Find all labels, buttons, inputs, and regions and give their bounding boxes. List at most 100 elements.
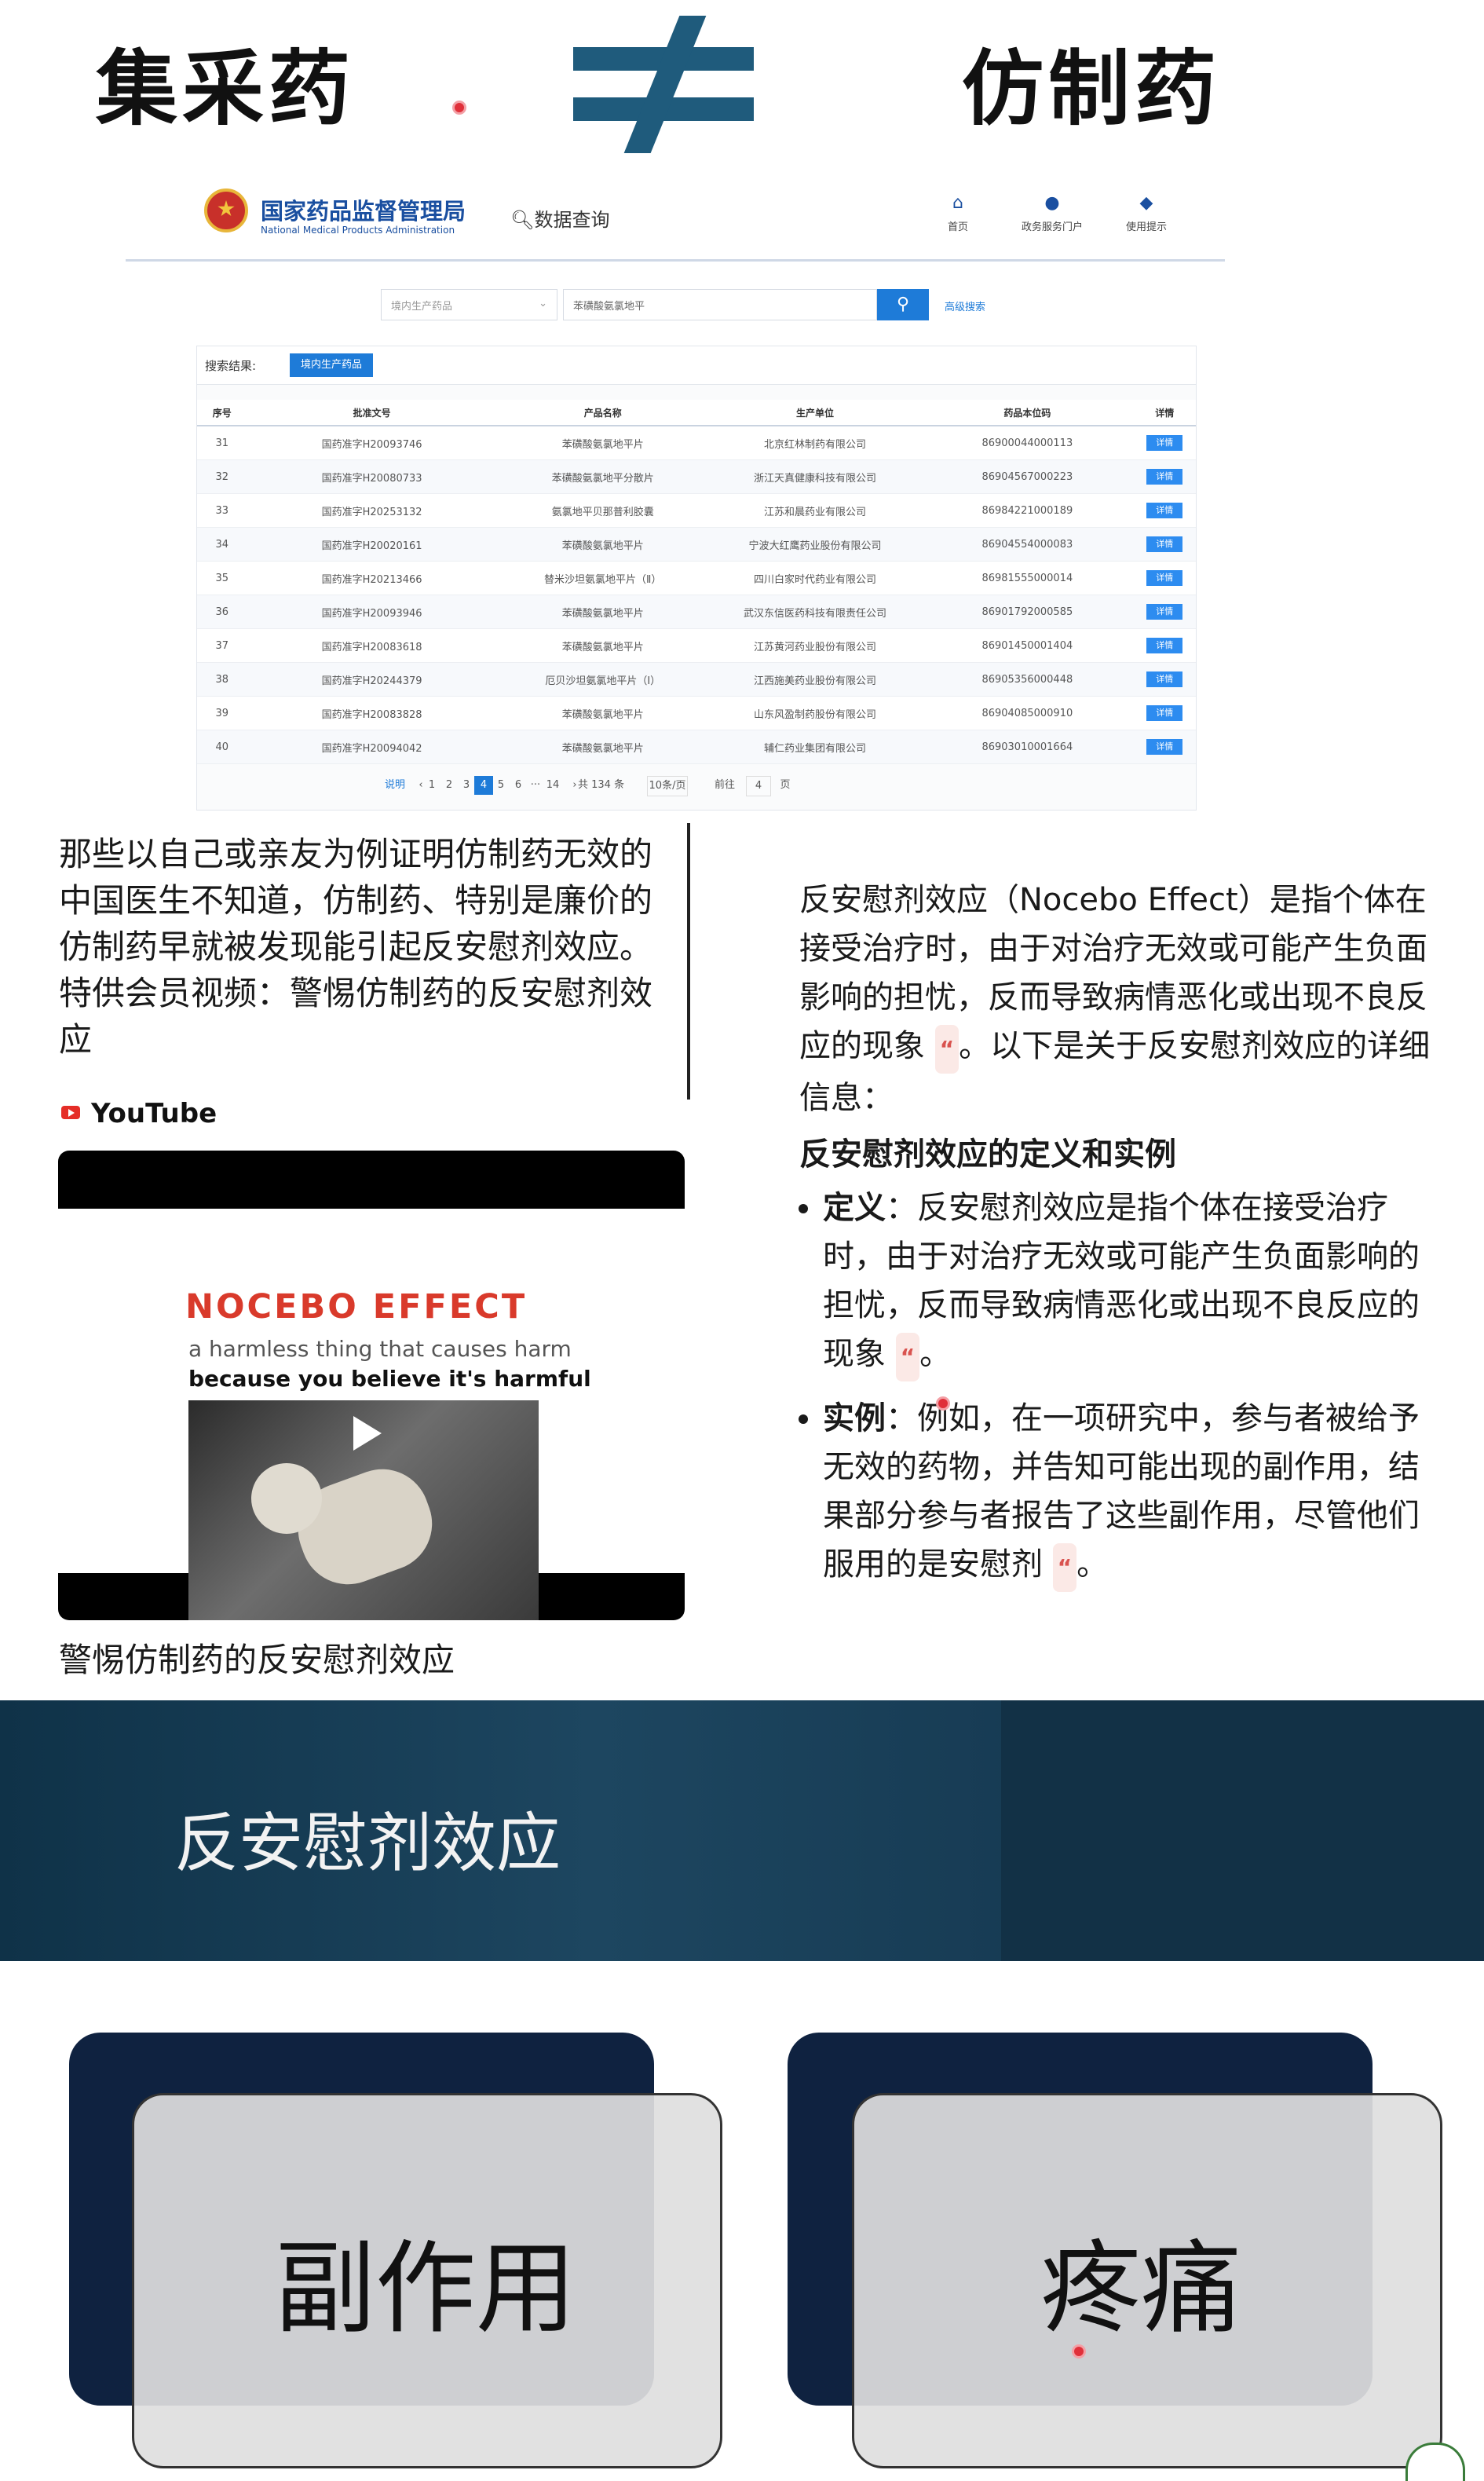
left-title: 集采药 <box>96 41 356 137</box>
youtube-icon <box>61 1106 80 1119</box>
table-cell: 苯磺酸氨氯地平片 <box>496 527 709 562</box>
table-cell: 苯磺酸氨氯地平片 <box>496 595 709 629</box>
table-cell: 38 <box>197 662 247 697</box>
table-cell: 详情 <box>1133 561 1196 595</box>
column-header: 详情 <box>1133 400 1196 426</box>
detail-button[interactable]: 详情 <box>1146 638 1183 653</box>
data-query-link[interactable]: 🔍︎数据查询 <box>510 204 609 232</box>
table-row: 37 国药准字H20083618 苯磺酸氨氯地平片 江苏黄河药业股份有限公司 86901… <box>197 628 1196 663</box>
pager-note[interactable]: 说明 <box>385 776 405 795</box>
ai-answer: 反安慰剂效应（Nocebo Effect）是指个体在接受治疗时，由于对治疗无效或… <box>799 876 1443 1605</box>
video-thumbnail: NOCEBO EFFECT a harmless thing that caus… <box>58 1209 685 1620</box>
table-cell: 详情 <box>1133 527 1196 562</box>
table-cell: 86904554000083 <box>921 527 1134 562</box>
detail-button[interactable]: 详情 <box>1146 604 1183 620</box>
page-ellipsis: ··· <box>530 779 541 791</box>
video-subtitle-2: because you believe it's harmful <box>188 1366 591 1392</box>
nav-gov-portal[interactable]: ● 政务服务门户 <box>1005 195 1099 234</box>
citation-icon[interactable]: “ <box>895 1333 920 1381</box>
column-header: 产品名称 <box>496 400 709 426</box>
table-cell: 37 <box>197 628 247 663</box>
table-cell: 国药准字H20213466 <box>247 561 497 595</box>
table-cell: 35 <box>197 561 247 595</box>
table-cell: 86901792000585 <box>921 595 1134 629</box>
page-5[interactable]: 5 <box>492 776 510 795</box>
table-cell: 86904567000223 <box>921 459 1134 494</box>
page-2[interactable]: 2 <box>440 776 459 795</box>
page-3[interactable]: 3 <box>457 776 476 795</box>
table-cell: 39 <box>197 696 247 730</box>
table-cell: 国药准字H20083618 <box>247 628 497 663</box>
nav-usage-tips[interactable]: ◆ 使用提示 <box>1099 195 1193 234</box>
detail-button[interactable]: 详情 <box>1146 435 1183 451</box>
card-2-label: 疼痛 <box>1040 2230 1242 2347</box>
video-player[interactable]: NOCEBO EFFECT a harmless thing that caus… <box>58 1151 685 1620</box>
page-6[interactable]: 6 <box>509 776 528 795</box>
table-cell: 国药准字H20093746 <box>247 426 497 460</box>
watermark-logo-icon <box>1405 2443 1465 2481</box>
table-cell: 86903010001664 <box>921 730 1134 764</box>
detail-button[interactable]: 详情 <box>1146 503 1183 518</box>
table-cell: 苯磺酸氨氯地平分散片 <box>496 459 709 494</box>
table-cell: 86900044000113 <box>921 426 1134 460</box>
table-cell: 武汉东信医药科技有限责任公司 <box>708 595 922 629</box>
advanced-search-link[interactable]: 高级搜索 <box>945 298 985 313</box>
citation-icon[interactable]: “ <box>934 1025 959 1074</box>
result-filter-tag[interactable]: 境内生产药品 <box>290 353 374 377</box>
not-equal-sign <box>565 16 754 153</box>
banner-panel <box>1001 1700 1484 1961</box>
page-4-current[interactable]: 4 <box>474 776 493 795</box>
column-header: 生产单位 <box>708 400 922 426</box>
detail-button[interactable]: 详情 <box>1146 739 1183 755</box>
table-cell: 详情 <box>1133 426 1196 460</box>
detail-button[interactable]: 详情 <box>1146 570 1183 586</box>
play-icon[interactable] <box>353 1416 382 1451</box>
pager-total: 共 134 条 <box>578 779 625 791</box>
per-page-select[interactable]: 10条/页 <box>647 776 688 796</box>
video-caption: 警惕仿制药的反安慰剂效应 <box>59 1641 455 1679</box>
detail-button[interactable]: 详情 <box>1146 536 1183 552</box>
table-cell: 详情 <box>1133 628 1196 663</box>
table-cell: 苯磺酸氨氯地平片 <box>496 426 709 460</box>
table-row: 33 国药准字H20253132 氨氯地平贝那普利胶囊 江苏和晨药业有限公司 86984… <box>197 493 1196 528</box>
home-icon: ⌂ <box>952 193 963 213</box>
page-unit: 页 <box>780 779 791 791</box>
table-cell: 辅仁药业集团有限公司 <box>708 730 922 764</box>
table-cell: 86901450001404 <box>921 628 1134 663</box>
agency-name-en: National Medical Products Administration <box>261 225 455 236</box>
table-cell: 国药准字H20244379 <box>247 662 497 697</box>
answer-heading: 反安慰剂效应的定义和实例 <box>799 1136 1176 1173</box>
table-cell: 苯磺酸氨氯地平片 <box>496 730 709 764</box>
table-cell: 32 <box>197 459 247 494</box>
search-input[interactable]: 苯磺酸氨氯地平 <box>563 289 877 320</box>
goto-input[interactable]: 4 <box>746 776 771 796</box>
table-cell: 详情 <box>1133 595 1196 629</box>
section-banner: 反安慰剂效应 <box>0 1700 1484 1961</box>
table-row: 39 国药准字H20083828 苯磺酸氨氯地平片 山东风盈制药股份有限公司 86904… <box>197 696 1196 730</box>
table-row: 35 国药准字H20213466 替米沙坦氨氯地平片（Ⅱ） 四川白家时代药业有限公司 8… <box>197 561 1196 595</box>
citation-icon[interactable]: “ <box>1052 1543 1077 1592</box>
page-1[interactable]: 1 <box>422 776 441 795</box>
table-cell: 江苏黄河药业股份有限公司 <box>708 628 922 663</box>
agency-name[interactable]: 国家药品监督管理局 <box>261 193 466 226</box>
column-header: 批准文号 <box>247 400 497 426</box>
detail-button[interactable]: 详情 <box>1146 469 1183 485</box>
detail-button[interactable]: 详情 <box>1146 705 1183 721</box>
pointer-dot <box>1072 2344 1086 2358</box>
right-title: 仿制药 <box>962 41 1222 137</box>
youtube-source[interactable]: YouTube <box>61 1098 217 1129</box>
pagination: 说明 ‹ 1 2 3 4 5 6 ··· 14 › 共 134 条 10条/页 … <box>196 762 1195 809</box>
table-cell: 江西施美药业股份有限公司 <box>708 662 922 697</box>
search-button[interactable]: ⚲ <box>877 289 929 320</box>
result-label: 搜索结果: <box>205 359 257 373</box>
table-cell: 国药准字H20093946 <box>247 595 497 629</box>
table-cell: 厄贝沙坦氨氯地平片（Ⅰ） <box>496 662 709 697</box>
category-select[interactable]: 境内生产药品 ⌄ <box>381 289 557 320</box>
table-cell: 31 <box>197 426 247 460</box>
page-14[interactable]: 14 <box>543 776 562 795</box>
detail-button[interactable]: 详情 <box>1146 671 1183 687</box>
table-cell: 40 <box>197 730 247 764</box>
table-cell: 86905356000448 <box>921 662 1134 697</box>
example-item: 实例：例如，在一项研究中，参与者被给予无效的药物，并告知可能出现的副作用，结果部… <box>823 1394 1443 1592</box>
nav-home[interactable]: ⌂ 首页 <box>911 193 1005 234</box>
